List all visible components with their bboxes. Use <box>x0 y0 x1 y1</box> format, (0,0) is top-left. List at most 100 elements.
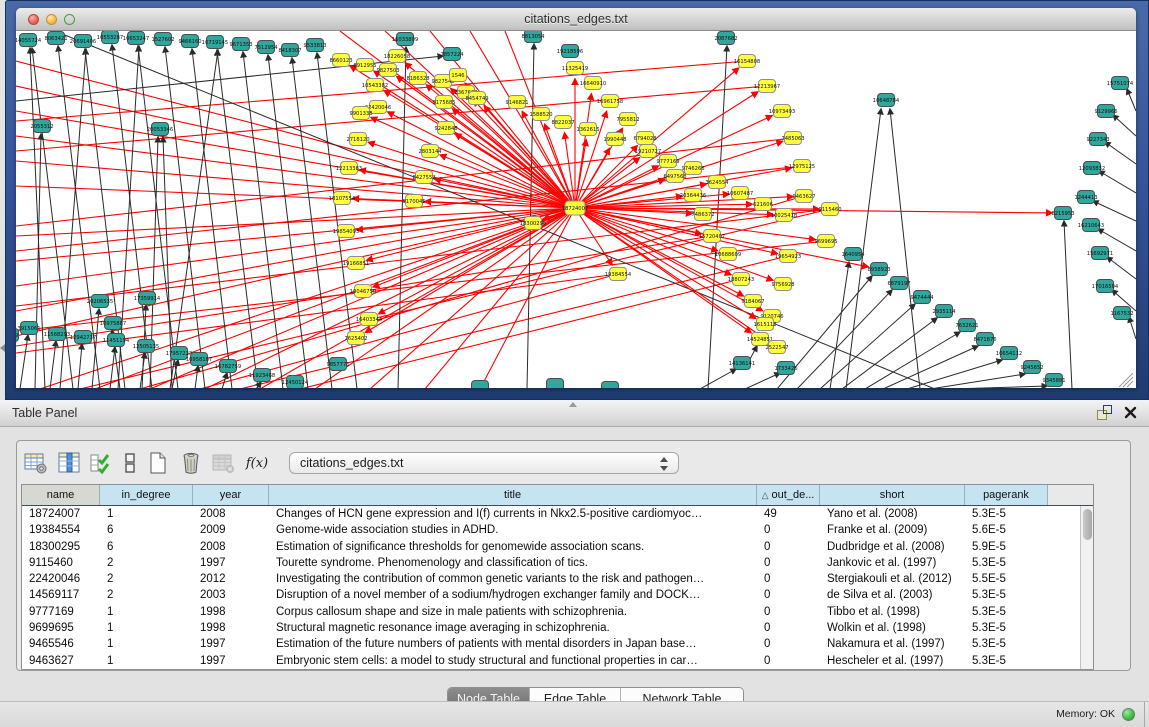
cell-title[interactable]: Investigating the contribution of common… <box>269 571 757 587</box>
column-header-indegree[interactable]: in_degree <box>100 485 193 505</box>
graph-node[interactable]: 19166851 <box>343 257 369 270</box>
graph-node[interactable]: 20364436 <box>680 189 706 202</box>
graph-node[interactable]: 10719145 <box>202 36 228 49</box>
cell-indegree[interactable]: 6 <box>100 522 193 538</box>
cell-name[interactable]: 9699695 <box>22 620 100 636</box>
cell-year[interactable]: 2009 <box>193 522 269 538</box>
cell-year[interactable]: 1997 <box>193 653 269 669</box>
cell-outde[interactable]: 0 <box>757 653 820 669</box>
graph-node[interactable]: 9827503 <box>376 64 399 77</box>
graph-node[interactable]: 9746266 <box>681 162 704 175</box>
cell-pagerank[interactable]: 5.3E-5 <box>965 587 1048 603</box>
select-columns-icon[interactable] <box>56 450 82 476</box>
graph-node[interactable]: 19218596 <box>557 45 583 58</box>
graph-node[interactable]: 9474444 <box>910 291 934 304</box>
graph-node[interactable]: 18724007 <box>562 201 588 215</box>
table-row[interactable]: 1456911722003Disruption of a novel membe… <box>22 587 1080 603</box>
cell-outde[interactable]: 0 <box>757 539 820 555</box>
table-row[interactable]: 969969511998Structural magnetic resonanc… <box>22 620 1080 636</box>
graph-node[interactable]: 9345881 <box>1042 374 1065 387</box>
graph-node[interactable]: 17016504 <box>1092 280 1119 293</box>
graph-node[interactable]: 2055312 <box>30 120 53 133</box>
graph-node[interactable]: 7857224 <box>440 48 464 61</box>
graph-node[interactable]: 19654923 <box>775 250 801 263</box>
cell-short[interactable]: Franke et al. (2009) <box>820 522 965 538</box>
graph-node[interactable]: 9466160 <box>178 35 201 48</box>
close-panel-icon[interactable] <box>1124 406 1137 419</box>
graph-node[interactable]: 1640954 <box>841 248 865 261</box>
graph-node[interactable]: 8427552 <box>412 171 435 184</box>
graph-node[interactable]: 10688609 <box>715 248 741 261</box>
graph-node[interactable] <box>602 382 619 389</box>
cell-pagerank[interactable]: 5.5E-5 <box>965 571 1048 587</box>
cell-name[interactable]: 19384554 <box>22 522 100 538</box>
graph-node[interactable]: 11325419 <box>562 62 588 75</box>
cell-outde[interactable]: 0 <box>757 587 820 603</box>
graph-node[interactable]: 8454749 <box>465 92 488 105</box>
graph-node[interactable]: 6497568 <box>663 170 686 183</box>
graph-node[interactable]: 16961758 <box>597 95 623 108</box>
table-row[interactable]: 946554611997Estimation of the future num… <box>22 636 1080 652</box>
graph-node[interactable]: 621606 <box>753 198 773 211</box>
cell-name[interactable]: 22420046 <box>22 571 100 587</box>
graph-node[interactable]: 16640910 <box>580 77 606 90</box>
graph-node[interactable]: 9184067 <box>741 295 764 308</box>
graph-node[interactable]: 19046750 <box>350 285 376 298</box>
graph-node[interactable]: 1990448 <box>603 133 626 146</box>
column-header-short[interactable]: short <box>820 485 965 505</box>
cell-year[interactable]: 1998 <box>193 604 269 620</box>
graph-node[interactable]: 9245652 <box>1020 361 1043 374</box>
cell-pagerank[interactable]: 5.6E-5 <box>965 522 1048 538</box>
cell-year[interactable]: 1997 <box>193 636 269 652</box>
graph-node[interactable]: 1527602 <box>151 33 174 46</box>
graph-node[interactable]: 9901338 <box>349 107 372 120</box>
graph-node[interactable]: 11923468 <box>249 369 275 382</box>
graph-node[interactable]: 15751074 <box>1107 77 1134 90</box>
cell-short[interactable]: Yano et al. (2008) <box>820 506 965 522</box>
cell-indegree[interactable]: 6 <box>100 539 193 555</box>
table-row[interactable]: 1872400712008Changes of HCN gene express… <box>22 506 1080 522</box>
graph-node[interactable]: 12942737 <box>70 331 96 344</box>
cell-short[interactable]: Wolkin et al. (1998) <box>820 620 965 636</box>
graph-node[interactable]: 16210643 <box>1078 219 1104 232</box>
graph-node[interactable]: 8912955 <box>353 59 376 72</box>
graph-node[interactable]: 9756928 <box>771 278 794 291</box>
graph-node[interactable]: 6794028 <box>633 132 656 145</box>
graph-node[interactable]: 16782759 <box>215 360 241 373</box>
graph-node[interactable]: 11451194 <box>103 334 130 347</box>
table-vertical-scrollbar[interactable] <box>1080 506 1093 669</box>
cell-short[interactable]: Stergiakouli et al. (2012) <box>820 571 965 587</box>
cell-outde[interactable]: 0 <box>757 522 820 538</box>
graph-node[interactable]: 18807243 <box>728 273 754 286</box>
cell-pagerank[interactable]: 5.3E-5 <box>965 555 1048 571</box>
graph-node[interactable]: 12213967 <box>754 80 780 93</box>
cell-year[interactable]: 2008 <box>193 539 269 555</box>
cell-name[interactable]: 18300295 <box>22 539 100 555</box>
graph-node[interactable]: 9699695 <box>814 235 837 248</box>
graph-node[interactable]: 17359914 <box>134 292 161 305</box>
graph-node[interactable]: 14136141 <box>729 357 755 370</box>
scrollbar-thumb[interactable] <box>1083 509 1092 540</box>
graph-node[interactable]: 16403344 <box>356 313 383 326</box>
cell-short[interactable]: Jankovic et al. (1997) <box>820 555 965 571</box>
graph-node[interactable]: 10973493 <box>769 105 795 118</box>
cell-outde[interactable]: 49 <box>757 506 820 522</box>
graph-node[interactable]: 7625402 <box>344 332 367 345</box>
cell-pagerank[interactable]: 5.3E-5 <box>965 506 1048 522</box>
table-row[interactable]: 1830029562008Estimation of significance … <box>22 539 1080 555</box>
cell-indegree[interactable]: 1 <box>100 636 193 652</box>
graph-node[interactable] <box>547 379 564 389</box>
cell-title[interactable]: Corpus callosum shape and size in male p… <box>269 604 757 620</box>
cell-title[interactable]: Estimation of significance thresholds fo… <box>269 539 757 555</box>
graph-node[interactable]: 9242848 <box>434 122 457 135</box>
graph-node[interactable]: 10543382 <box>362 79 388 92</box>
cell-indegree[interactable]: 2 <box>100 571 193 587</box>
graph-node[interactable]: 10648784 <box>873 94 900 107</box>
graph-node[interactable]: 2522547 <box>765 341 788 354</box>
new-document-icon[interactable] <box>145 450 171 476</box>
cell-title[interactable]: Embryonic stem cells: a model to study s… <box>269 653 757 669</box>
graph-node[interactable] <box>472 381 489 389</box>
graph-node[interactable]: 3915061 <box>17 322 40 335</box>
graph-node[interactable]: 9146821 <box>505 96 528 109</box>
graph-node[interactable]: 7512954 <box>254 41 278 54</box>
